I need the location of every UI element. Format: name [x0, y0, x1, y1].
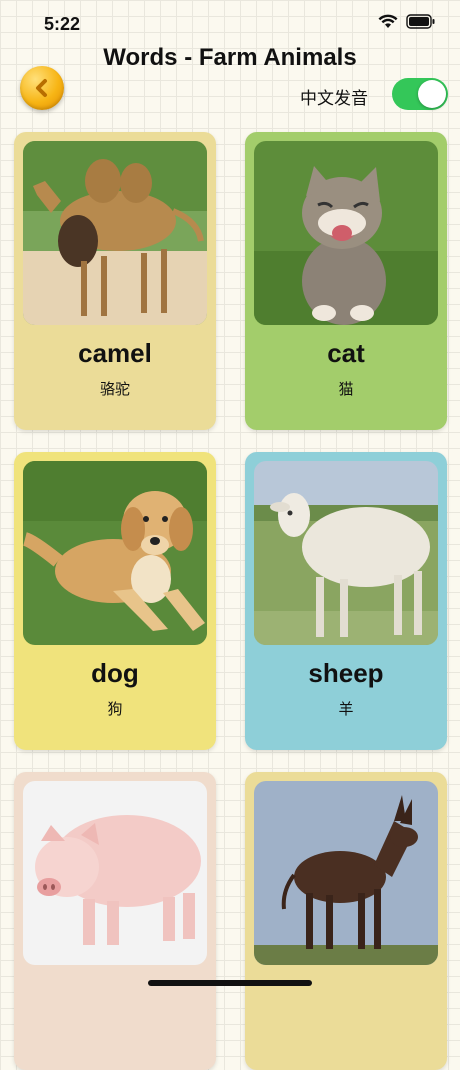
word-card-dog[interactable]: dog 狗: [14, 452, 216, 750]
back-button[interactable]: [20, 66, 64, 110]
word-card-camel[interactable]: camel 骆驼: [14, 132, 216, 430]
word-card-donkey[interactable]: [245, 772, 447, 1070]
status-time: 5:22: [44, 14, 81, 34]
dog-image: [23, 461, 207, 645]
chinese-pronunciation-label: 中文发音: [300, 89, 368, 108]
word-card-pig[interactable]: [14, 772, 216, 1070]
camel-image: [23, 141, 207, 325]
sheep-image: [254, 461, 438, 645]
cat-image: [254, 141, 438, 325]
word-card-sheep[interactable]: sheep 羊: [245, 452, 447, 750]
word-english: dog: [91, 658, 139, 688]
word-english: cat: [327, 338, 365, 368]
word-english: camel: [78, 338, 152, 368]
home-indicator: [148, 980, 312, 986]
page-title: Words - Farm Animals: [103, 44, 357, 71]
status-bar: 5:22: [0, 0, 460, 48]
chevron-left-icon: [36, 79, 47, 97]
wifi-icon: [378, 14, 398, 28]
word-chinese: 猫: [338, 381, 354, 398]
word-chinese: 狗: [107, 701, 123, 718]
chinese-pronunciation-toggle[interactable]: [392, 78, 448, 110]
pig-image: [23, 781, 207, 965]
battery-icon: [406, 14, 435, 29]
word-chinese: 羊: [338, 701, 354, 718]
donkey-image: [254, 781, 438, 965]
word-chinese: 骆驼: [99, 381, 130, 398]
word-card-cat[interactable]: cat 猫: [245, 132, 447, 430]
word-english: sheep: [308, 658, 384, 688]
toggle-knob: [418, 80, 446, 108]
